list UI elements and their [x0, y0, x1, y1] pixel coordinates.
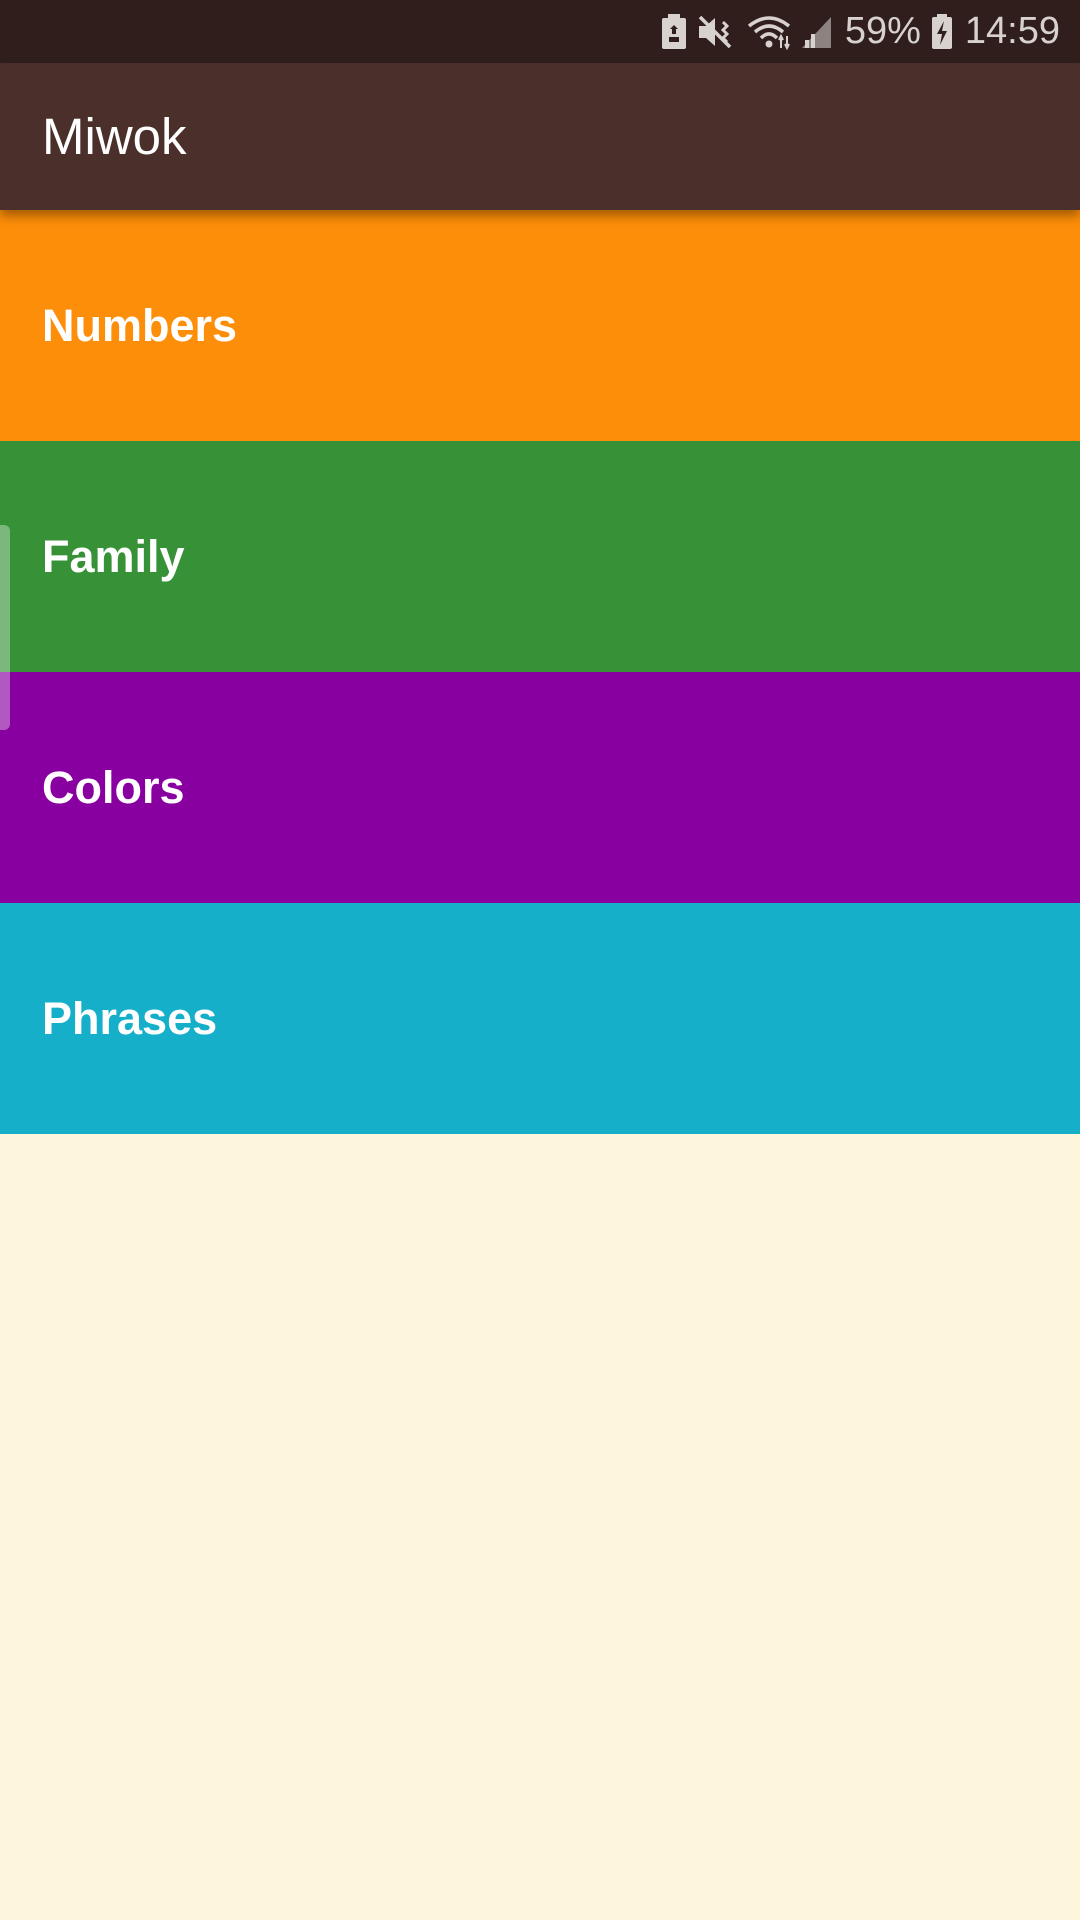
- category-list: Numbers Family Colors Phrases: [0, 210, 1080, 1134]
- edge-panel-handle[interactable]: [0, 525, 10, 730]
- category-phrases-label: Phrases: [42, 992, 218, 1044]
- signal-icon: [801, 0, 833, 63]
- app-title: Miwok: [42, 108, 187, 165]
- screen: 59% 14:59 Miwok Numbers Family Colors Ph…: [0, 0, 1080, 1920]
- app-bar: Miwok: [0, 63, 1080, 210]
- category-numbers[interactable]: Numbers: [0, 210, 1080, 441]
- category-colors-label: Colors: [42, 761, 185, 813]
- battery-charging-icon: [931, 0, 953, 63]
- mute-icon: [697, 0, 737, 63]
- category-family-label: Family: [42, 530, 185, 582]
- category-phrases[interactable]: Phrases: [0, 903, 1080, 1134]
- category-colors[interactable]: Colors: [0, 672, 1080, 903]
- battery-percent: 59%: [844, 10, 921, 52]
- clock: 14:59: [964, 10, 1060, 52]
- category-family[interactable]: Family: [0, 441, 1080, 672]
- battery-saver-icon: [661, 0, 687, 63]
- status-bar: 59% 14:59: [0, 0, 1080, 63]
- category-numbers-label: Numbers: [42, 299, 238, 351]
- wifi-icon: [747, 0, 791, 63]
